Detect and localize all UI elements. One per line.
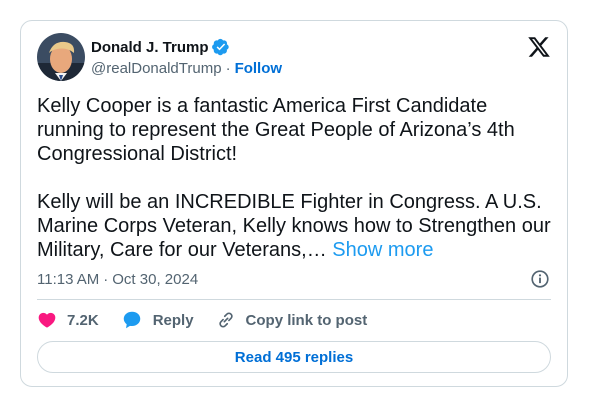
divider: [37, 299, 551, 300]
copy-link-label: Copy link to post: [245, 311, 368, 329]
tweet-date: Oct 30, 2024: [112, 270, 199, 288]
handle-separator: ·: [225, 59, 231, 77]
reply-bubble-icon: [123, 311, 140, 329]
author-handle[interactable]: @realDonaldTrump: [91, 60, 222, 77]
tweet-timestamp[interactable]: 11:13 AM · Oct 30, 2024: [37, 269, 198, 289]
tweet-embed-card: Donald J. Trump @realDonaldTrump · Follo…: [20, 20, 568, 387]
info-icon[interactable]: [529, 268, 551, 290]
date-separator: ·: [103, 270, 109, 288]
read-replies-label: Read 495 replies: [234, 348, 354, 366]
reply-button[interactable]: Reply: [121, 309, 194, 331]
avatar[interactable]: [37, 33, 85, 81]
author-name[interactable]: Donald J. Trump: [91, 39, 209, 56]
reply-label: Reply: [152, 311, 194, 329]
tweet-body: Kelly Cooper is a fantastic America Firs…: [37, 95, 551, 261]
like-button[interactable]: 7.2K: [37, 310, 99, 330]
x-logo-icon[interactable]: [527, 35, 551, 59]
verified-badge-icon: [211, 38, 229, 56]
read-replies-button[interactable]: Read 495 replies: [37, 341, 551, 373]
link-icon: [218, 312, 233, 328]
like-count: 7.2K: [67, 311, 99, 329]
heart-icon: [38, 312, 56, 328]
copy-link-button[interactable]: Copy link to post: [216, 310, 368, 330]
tweet-text: Kelly Cooper is a fantastic America Firs…: [37, 94, 557, 262]
avatar-image: [37, 33, 85, 81]
tweet-actions: 7.2K Reply Copy link to post: [37, 309, 389, 331]
show-more-link[interactable]: Show more: [332, 239, 433, 261]
author-block: Donald J. Trump @realDonaldTrump · Follo…: [91, 37, 282, 79]
follow-button[interactable]: Follow: [235, 60, 283, 77]
tweet-time: 11:13 AM: [37, 270, 100, 288]
